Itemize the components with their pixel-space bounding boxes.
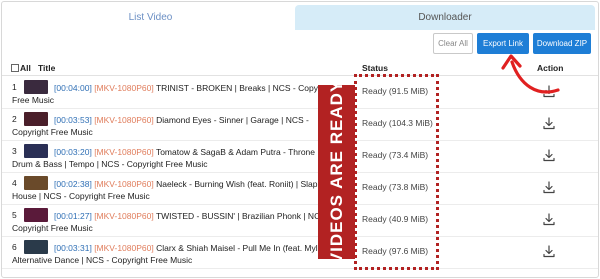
row-number: 2 — [12, 114, 17, 124]
video-thumbnail — [24, 176, 48, 190]
videos-ready-banner: VIDEOS ARE READY — [318, 85, 355, 259]
tab-bar: List Video Downloader — [6, 5, 595, 30]
banner-text: VIDEOS ARE READY — [326, 85, 346, 259]
status-highlight-box — [354, 74, 439, 270]
video-thumbnail — [24, 240, 48, 254]
video-format: [MKV-1080P60] — [94, 83, 154, 93]
video-format: [MKV-1080P60] — [94, 243, 154, 253]
video-duration: [00:03:20] — [54, 147, 92, 157]
downloader-panel: List Video Downloader Clear All Export L… — [1, 1, 599, 278]
video-format: [MKV-1080P60] — [94, 179, 154, 189]
video-duration: [00:01:27] — [54, 211, 92, 221]
tab-list-video[interactable]: List Video — [6, 5, 295, 30]
video-list: [00:04:00] [MKV-1080P60] TRINIST - BROKE… — [2, 77, 598, 269]
video-title: [00:03:31] [MKV-1080P60] Clarx & Shiah M… — [12, 242, 342, 268]
video-title: [00:03:20] [MKV-1080P60] Tomatow & SagaB… — [12, 146, 342, 172]
row-number: 1 — [12, 82, 17, 92]
download-icon[interactable] — [542, 244, 556, 258]
select-all[interactable]: All — [11, 63, 31, 73]
row-number: 6 — [12, 242, 17, 252]
video-title: [00:04:00] [MKV-1080P60] TRINIST - BROKE… — [12, 82, 342, 108]
video-format: [MKV-1080P60] — [94, 211, 154, 221]
video-thumbnail — [24, 144, 48, 158]
video-duration: [00:02:38] — [54, 179, 92, 189]
video-thumbnail — [24, 208, 48, 222]
video-format: [MKV-1080P60] — [94, 115, 154, 125]
row-number: 3 — [12, 146, 17, 156]
download-icon[interactable] — [542, 180, 556, 194]
status-header: Status — [362, 63, 388, 73]
row-number: 4 — [12, 178, 17, 188]
video-title: [00:01:27] [MKV-1080P60] TWISTED - BUSSI… — [12, 210, 342, 236]
video-thumbnail — [24, 80, 48, 94]
tab-downloader[interactable]: Downloader — [295, 5, 595, 30]
video-duration: [00:04:00] — [54, 83, 92, 93]
table-row[interactable]: [00:03:31] [MKV-1080P60] Clarx & Shiah M… — [2, 237, 598, 269]
table-row[interactable]: [00:02:38] [MKV-1080P60] Naeleck - Burni… — [2, 173, 598, 205]
table-row[interactable]: [00:03:20] [MKV-1080P60] Tomatow & SagaB… — [2, 141, 598, 173]
video-format: [MKV-1080P60] — [94, 147, 154, 157]
video-thumbnail — [24, 112, 48, 126]
table-row[interactable]: [00:01:27] [MKV-1080P60] TWISTED - BUSSI… — [2, 205, 598, 237]
row-number: 5 — [12, 210, 17, 220]
download-icon[interactable] — [542, 212, 556, 226]
clear-all-button[interactable]: Clear All — [433, 33, 473, 54]
video-title: [00:02:38] [MKV-1080P60] Naeleck - Burni… — [12, 178, 342, 204]
select-all-label: All — [20, 63, 31, 73]
download-icon[interactable] — [542, 116, 556, 130]
video-duration: [00:03:31] — [54, 243, 92, 253]
curved-arrow-icon — [501, 54, 560, 94]
video-title: [00:03:53] [MKV-1080P60] Diamond Eyes - … — [12, 114, 342, 140]
video-duration: [00:03:53] — [54, 115, 92, 125]
select-all-checkbox[interactable] — [11, 64, 19, 72]
table-row[interactable]: [00:03:53] [MKV-1080P60] Diamond Eyes - … — [2, 109, 598, 141]
download-icon[interactable] — [542, 148, 556, 162]
title-header: Title — [38, 63, 56, 73]
